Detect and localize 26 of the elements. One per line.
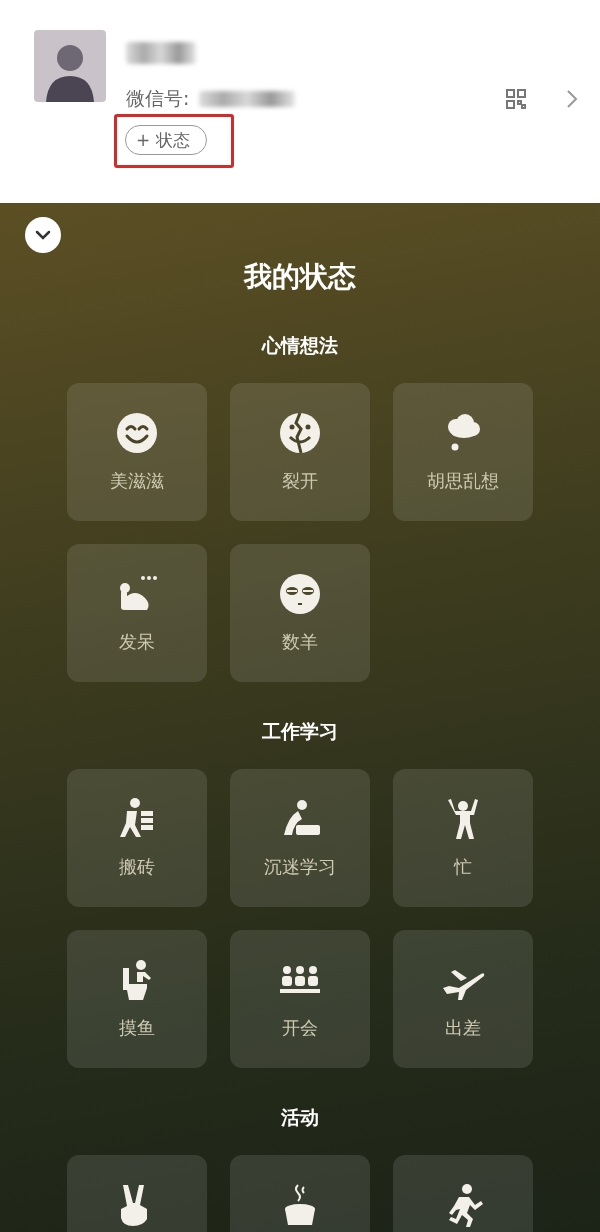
collapse-button[interactable]	[25, 217, 61, 253]
wechat-id-label: 微信号:	[126, 86, 190, 111]
status-tile[interactable]: 美滋滋	[67, 383, 207, 521]
panel-title: 我的状态	[244, 259, 356, 295]
status-tile[interactable]: 忙	[393, 769, 533, 907]
chevron-down-icon	[35, 230, 51, 240]
status-tile[interactable]: 数羊	[230, 544, 370, 682]
qr-code-icon[interactable]	[506, 89, 526, 109]
sleepy-face-icon	[278, 572, 322, 616]
avatar[interactable]	[34, 30, 106, 102]
add-status-button[interactable]: + 状态	[125, 125, 208, 155]
pixelated-name	[126, 42, 196, 64]
section-heading: 心情想法	[262, 333, 338, 358]
chevron-right-icon[interactable]	[566, 89, 578, 109]
status-tile[interactable]: 胡思乱想	[393, 383, 533, 521]
status-tile[interactable]: 出差	[393, 930, 533, 1068]
section-heading: 活动	[281, 1105, 319, 1130]
status-tile[interactable]: 搬砖	[67, 769, 207, 907]
smiling-face-icon	[115, 411, 159, 455]
status-tile[interactable]: 沉迷学习	[230, 769, 370, 907]
status-tile[interactable]: 发呆	[67, 544, 207, 682]
status-tile[interactable]: 开会	[230, 930, 370, 1068]
section-heading: 工作学习	[262, 719, 338, 744]
cracked-face-icon	[278, 411, 322, 455]
status-tile[interactable]: 摸鱼	[67, 930, 207, 1068]
status-tile[interactable]: 裂开	[230, 383, 370, 521]
